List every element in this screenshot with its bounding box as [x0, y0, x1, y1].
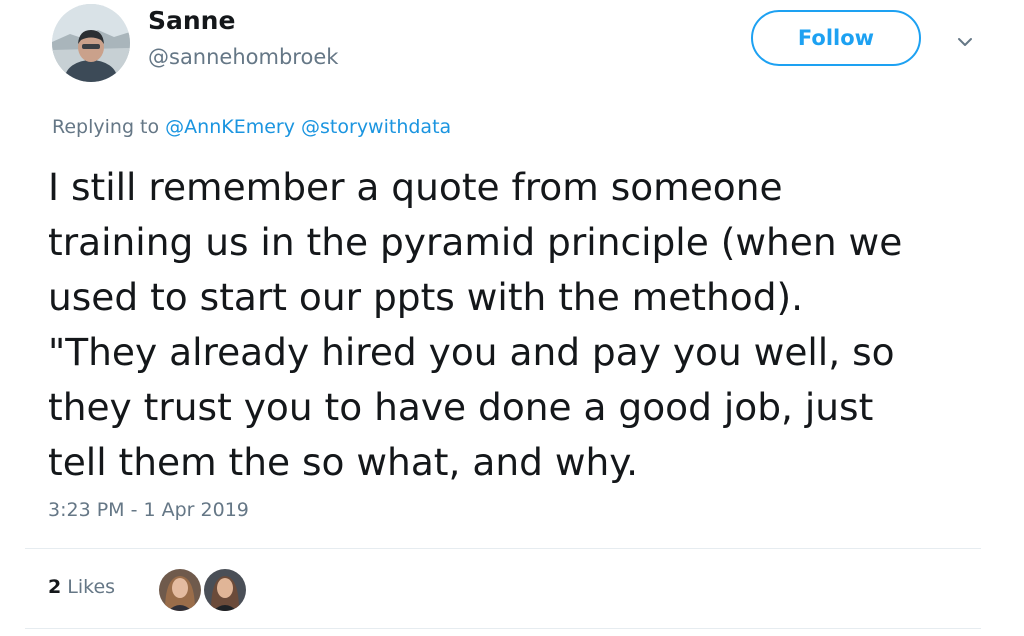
mention-link[interactable]: @storywithdata [301, 116, 451, 138]
tweet-text: I still remember a quote from someone tr… [48, 160, 998, 490]
divider [25, 548, 981, 549]
user-handle[interactable]: @sannehombroek [148, 45, 338, 69]
tweet-timestamp[interactable]: 3:23 PM - 1 Apr 2019 [48, 499, 249, 521]
likes-label: Likes [67, 576, 116, 598]
reply-context: Replying to @AnnKEmery @storywithdata [52, 116, 451, 138]
liker-avatar-2[interactable] [204, 569, 246, 611]
display-name[interactable]: Sanne [148, 6, 235, 35]
divider [25, 628, 981, 629]
avatar-image-icon [52, 4, 130, 82]
user-avatar[interactable] [52, 4, 130, 82]
tweet-text-line: training us in the pyramid principle (wh… [48, 220, 903, 264]
tweet-text-line: "They already hired you and pay you well… [48, 330, 895, 374]
reply-context-prefix: Replying to [52, 116, 160, 138]
tweet-text-line: tell them the so what, and why. [48, 440, 639, 484]
mention-link[interactable]: @AnnKEmery [165, 116, 295, 138]
tweet-text-line: they trust you to have done a good job, … [48, 385, 874, 429]
follow-button-label: Follow [797, 26, 875, 50]
follow-button[interactable]: Follow [751, 10, 921, 66]
tweet-text-line: I still remember a quote from someone [48, 165, 783, 209]
liker-avatar-1[interactable] [159, 569, 201, 611]
tweet-card: Sanne @sannehombroek Follow Replying to … [0, 0, 1024, 636]
likes-count[interactable]: 2 Likes [48, 576, 115, 598]
tweet-text-line: used to start our ppts with the method). [48, 275, 804, 319]
likes-number: 2 [48, 576, 62, 598]
chevron-down-icon[interactable] [953, 30, 977, 54]
